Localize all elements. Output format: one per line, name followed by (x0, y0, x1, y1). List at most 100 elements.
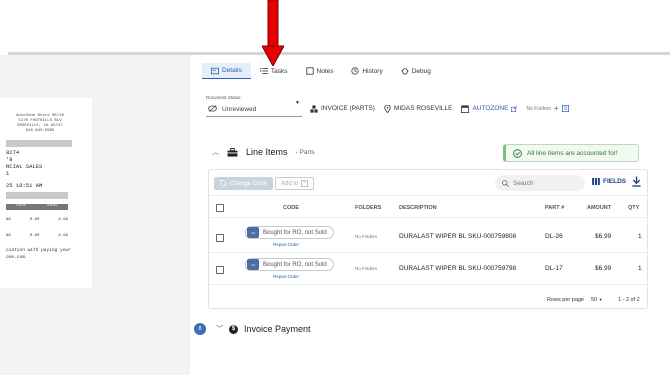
receipt-redaction (6, 140, 72, 147)
receipt-footer: ciation with paying your (6, 248, 71, 253)
tag-icon (220, 180, 227, 187)
location-pin-icon (384, 104, 391, 113)
col-qty[interactable]: QTY (628, 205, 639, 211)
main-panel: Details Tasks Notes History Debug Docume… (190, 55, 670, 375)
table-toolbar: Change Code Add to Search FIELDS (209, 170, 649, 196)
folders: No Folders + (526, 104, 569, 113)
columns-icon (592, 178, 600, 185)
line-items-title: Line Items (246, 147, 288, 157)
chevron-down-icon[interactable]: ﹀ (216, 324, 223, 334)
invoice-payment-title: Invoice Payment (244, 324, 311, 334)
details-icon (211, 67, 219, 74)
receipt-cell: 6.99 (58, 234, 68, 238)
receipt-text: 1 (6, 170, 10, 177)
toolbox-icon (227, 147, 238, 157)
receipt-header: AutoZone Store 05710 5170 FOOTHILLS BLV … (10, 114, 70, 134)
select-all-checkbox[interactable] (216, 204, 224, 212)
col-folders[interactable]: FOLDERS (355, 205, 381, 211)
row-qty: 1 (638, 265, 642, 272)
tab-debug[interactable]: Debug (392, 63, 440, 79)
col-description[interactable]: DESCRIPTION (399, 205, 437, 211)
eye-off-icon (208, 105, 217, 112)
add-folder-icon[interactable]: + (554, 104, 559, 113)
rows-per-page-value: 50 (591, 297, 598, 303)
receipt-col-core: Core (16, 204, 26, 208)
line-items-header[interactable]: ︿ Line Items - Parts (212, 147, 315, 157)
receipt-header-line: 916.843.5985 (25, 129, 55, 133)
receipt-redaction (6, 192, 68, 199)
invoice-payment-header[interactable]: 8 ﹀ $ Invoice Payment (194, 323, 311, 335)
invoice-meta: INVOICE (PARTS) MIDAS ROSEVILLE AUTOZONE… (310, 104, 569, 113)
search-input[interactable]: Search (495, 175, 585, 191)
receipt-text: '8 (6, 156, 13, 163)
tab-details[interactable]: Details (202, 63, 251, 79)
tab-notes[interactable]: Notes (297, 63, 343, 79)
tasks-icon (260, 67, 268, 74)
store-icon (461, 104, 470, 113)
search-placeholder: Search (513, 179, 534, 187)
receipt-row: 99 0.00 6.99 (6, 218, 68, 222)
dollar-icon: $ (229, 324, 238, 334)
invoice-type: INVOICE (PARTS) (310, 104, 375, 113)
code-label: Bought for RO, not Sold (263, 229, 327, 236)
history-icon (351, 67, 360, 75)
col-amount[interactable]: AMOUNT (587, 205, 611, 211)
download-icon[interactable] (632, 176, 641, 187)
step-badge: 8 (194, 323, 206, 335)
document-status-select[interactable]: Document Status Unreviewed ▼ (206, 95, 302, 117)
repair-order-link[interactable]: Repair Order (273, 242, 299, 247)
table-header: CODE FOLDERS DESCRIPTION PART # AMOUNT Q… (209, 198, 649, 218)
location-label: MIDAS ROSEVILLE (393, 105, 453, 112)
row-part: DL-26 (545, 233, 563, 240)
row-checkbox[interactable] (216, 234, 224, 242)
receipt-cell: 99 (6, 234, 11, 238)
chevron-down-icon: ▼ (598, 297, 603, 302)
col-code[interactable]: CODE (283, 205, 299, 211)
receipt-table-header: Core Total (6, 204, 68, 210)
app-page: AutoZone Store 05710 5170 FOOTHILLS BLV … (0, 0, 670, 375)
receipt-text: 8274 (6, 149, 20, 156)
document-status-label: Document Status (206, 95, 241, 100)
receipt-cell: 99 (6, 218, 11, 222)
add-to-label: Add to (281, 180, 299, 187)
rows-per-page-select[interactable]: 50 ▼ (591, 297, 603, 303)
chevron-up-icon[interactable]: ︿ (212, 147, 219, 157)
change-code-label: Change Code (230, 180, 268, 187)
line-items-subtitle: - Parts (295, 148, 315, 156)
row-qty: 1 (638, 233, 642, 240)
check-circle-icon (513, 148, 522, 158)
red-arrow-annotation (262, 0, 284, 66)
row-checkbox[interactable] (216, 266, 224, 274)
code-chip[interactable]: ▭ Bought for RO, not Sold (245, 258, 334, 271)
debug-icon (401, 68, 409, 75)
change-code-button[interactable]: Change Code (214, 177, 274, 190)
tab-label: Details (222, 67, 242, 74)
accounted-alert: All line items are accounted for! (503, 144, 639, 162)
fields-label: FIELDS (603, 178, 627, 185)
repair-order-link[interactable]: Repair Order (273, 274, 299, 279)
vendor-label: AUTOZONE (472, 105, 509, 112)
accounted-text: All line items are accounted for! (527, 149, 618, 157)
external-link-icon (511, 105, 518, 112)
tab-history[interactable]: History (342, 63, 391, 79)
row-amount: $6.99 (595, 233, 612, 240)
fields-button[interactable]: FIELDS (592, 178, 626, 185)
receipt-cell: 0.00 (29, 234, 40, 238)
chevron-down-icon: ▼ (295, 100, 300, 106)
table-row[interactable]: ▭ Bought for RO, not Sold Repair Order N… (209, 253, 649, 285)
col-part[interactable]: PART # (545, 205, 564, 211)
tab-label: Notes (316, 67, 334, 75)
vendor-link[interactable]: AUTOZONE (461, 104, 518, 113)
document-status-value: Unreviewed (222, 106, 257, 113)
code-label: Bought for RO, not Sold (263, 261, 327, 268)
receipt-cell: 6.99 (58, 218, 68, 222)
tab-label: Debug (411, 67, 431, 75)
code-chip[interactable]: ▭ Bought for RO, not Sold (245, 226, 334, 239)
row-part: DL-17 (545, 265, 563, 272)
folder-icon[interactable] (561, 105, 569, 112)
add-to-button[interactable]: Add to (275, 177, 315, 190)
table-row[interactable]: ▭ Bought for RO, not Sold Repair Order N… (209, 221, 649, 253)
tab-label: History (362, 67, 383, 75)
row-description: DURALAST WIPER BL SKU-000759798 (399, 265, 517, 272)
receipt-time: 25 10:51 AM (6, 182, 43, 189)
